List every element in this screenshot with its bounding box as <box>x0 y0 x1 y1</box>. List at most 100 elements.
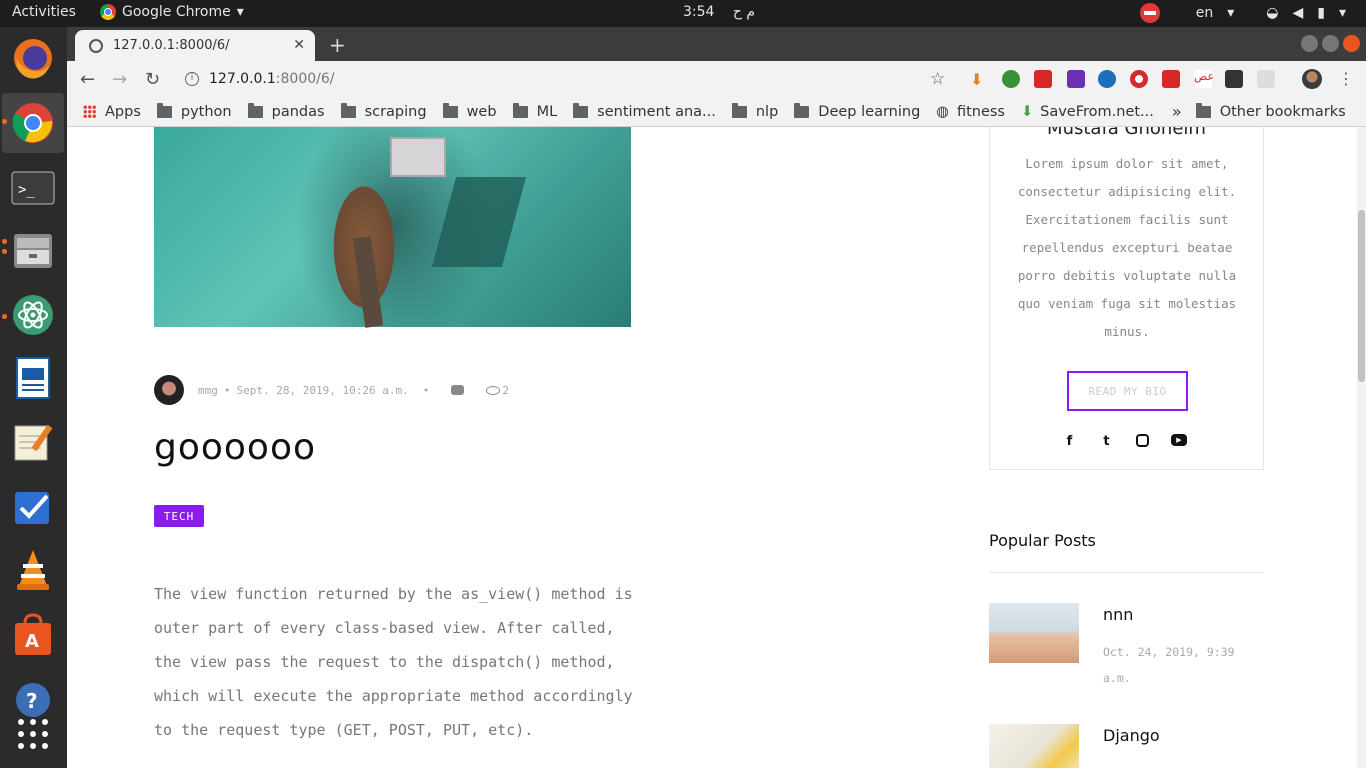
bookmark-folder-pandas[interactable]: pandas <box>247 102 325 120</box>
vlc-icon[interactable] <box>10 547 56 593</box>
maximize-button[interactable] <box>1322 35 1339 52</box>
vpn-extension-icon[interactable] <box>1098 70 1116 88</box>
files-icon[interactable] <box>10 227 56 273</box>
browser-tab[interactable]: 127.0.0.1:8000/6/ ✕ <box>75 30 315 61</box>
popular-post-thumbnail[interactable] <box>989 603 1079 663</box>
bookmark-label: scraping <box>364 103 427 120</box>
no-entry-icon[interactable] <box>1139 3 1160 23</box>
software-center-icon[interactable]: A <box>10 612 56 658</box>
popular-post-date: Oct. 24, 2019, 9:39 a.m. <box>1103 645 1235 685</box>
web-page: mmg • Sept. 28, 2019, 10:26 a.m. • 2 goo… <box>67 127 1366 768</box>
folder-icon <box>1195 102 1211 118</box>
reload-button[interactable]: ↻ <box>145 69 160 90</box>
bookmark-star-icon[interactable]: ☆ <box>930 69 945 89</box>
svg-text:?: ? <box>26 689 38 713</box>
bookmark-savefrom[interactable]: ⬇ SaveFrom.net... <box>1021 104 1154 120</box>
terminal-icon[interactable]: >_ <box>10 165 56 211</box>
folder-icon <box>442 102 458 118</box>
bookmark-folder-sentiment[interactable]: sentiment ana... <box>573 102 716 120</box>
bookmark-label: fitness <box>956 103 1005 120</box>
show-applications-icon[interactable] <box>10 711 56 757</box>
more-menu-icon[interactable]: ⋮ <box>1338 69 1354 88</box>
bookmark-other[interactable]: Other bookmarks <box>1195 102 1346 120</box>
system-top-bar: Activities Google Chrome ▾ 3:54 م ح en ▾… <box>0 0 1366 27</box>
download-extension-icon[interactable]: ⬇ <box>970 70 988 89</box>
bookmark-folder-nlp[interactable]: nlp <box>731 102 779 120</box>
cube-extension-icon[interactable] <box>1225 70 1243 88</box>
twitter-icon[interactable]: t <box>1099 434 1114 449</box>
bookmark-label: Apps <box>105 103 141 120</box>
new-tab-button[interactable]: + <box>329 33 346 57</box>
url-path: :8000/6/ <box>275 71 335 87</box>
system-tray[interactable]: en ▾ ◒ ◀ ▮ ▾ <box>1139 3 1346 23</box>
app-menu[interactable]: Google Chrome ▾ <box>100 4 244 20</box>
bookmark-folder-scraping[interactable]: scraping <box>340 102 427 120</box>
address-bar[interactable]: i 127.0.0.1:8000/6/ <box>175 65 955 93</box>
writer-icon[interactable] <box>10 355 56 401</box>
hero-pier <box>352 236 384 328</box>
forward-button[interactable]: → <box>112 69 127 90</box>
minimize-button[interactable] <box>1301 35 1318 52</box>
author-avatar[interactable] <box>154 375 184 405</box>
dropper-extension-icon[interactable] <box>1067 70 1085 88</box>
dictionary-extension-icon[interactable]: عص <box>1194 70 1214 88</box>
bookmark-folder-deep-learning[interactable]: Deep learning <box>794 102 920 120</box>
video-extension-icon[interactable] <box>1034 70 1052 88</box>
popular-post-title[interactable]: Django <box>1103 726 1160 745</box>
pdf-extension-icon[interactable] <box>1162 70 1180 88</box>
grayed-extension-icon[interactable] <box>1257 70 1275 88</box>
download-arrow-icon: ⬇ <box>1020 103 1034 120</box>
bookmark-fitness[interactable]: ◍ fitness <box>936 104 1005 120</box>
facebook-icon[interactable]: f <box>1062 434 1077 449</box>
back-button[interactable]: ← <box>80 69 95 90</box>
bookmark-label: SaveFrom.net... <box>1040 103 1154 120</box>
hero-house <box>390 137 446 177</box>
post-date: Sept. 28, 2019, 10:26 a.m. <box>236 383 409 397</box>
bio-name: Mustafa Ghoneim <box>1047 127 1206 139</box>
folder-icon <box>512 102 528 118</box>
chevron-down-icon: ▾ <box>236 4 244 20</box>
running-indicator <box>2 314 7 319</box>
keyboard-layout[interactable]: en <box>1196 5 1214 21</box>
tasks-icon[interactable] <box>10 485 56 531</box>
profile-avatar[interactable] <box>1302 69 1322 89</box>
post-views: 2 <box>502 383 509 397</box>
globe-icon <box>89 38 103 53</box>
scrollbar-thumb[interactable] <box>1358 210 1365 382</box>
page-scrollbar[interactable] <box>1357 127 1366 768</box>
text-editor-icon[interactable] <box>10 419 56 465</box>
bookmark-apps[interactable]: Apps <box>83 104 141 120</box>
popular-post-title[interactable]: nnn <box>1103 605 1133 624</box>
bookmark-label: nlp <box>755 103 779 120</box>
atom-icon[interactable] <box>10 292 56 338</box>
svg-text:>_: >_ <box>18 182 35 198</box>
bookmark-folder-ml[interactable]: ML <box>512 102 558 120</box>
post-author[interactable]: mmg <box>198 384 218 397</box>
read-bio-button[interactable]: READ MY BIO <box>1067 371 1188 411</box>
bookmark-folder-web[interactable]: web <box>442 102 497 120</box>
chrome-icon[interactable] <box>10 100 56 146</box>
clock[interactable]: 3:54 م ح <box>683 4 755 20</box>
bookmarks-overflow-button[interactable]: » <box>1172 102 1182 121</box>
firefox-icon[interactable] <box>10 35 56 81</box>
activities-button[interactable]: Activities <box>12 4 76 20</box>
bookmarks-bar: Apps python pandas scraping web ML senti… <box>67 97 1366 127</box>
instagram-icon[interactable] <box>1136 434 1149 447</box>
folder-icon <box>731 102 747 118</box>
bookmark-label: pandas <box>271 103 325 120</box>
bookmark-label: Other bookmarks <box>1219 103 1346 120</box>
globe-icon: ◍ <box>936 103 949 120</box>
bookmark-label: ML <box>536 103 558 120</box>
post-tag[interactable]: TECH <box>154 505 204 527</box>
wifi-icon: ◒ <box>1266 5 1279 21</box>
bookmark-folder-python[interactable]: python <box>156 102 232 120</box>
popular-post-thumbnail[interactable] <box>989 724 1079 768</box>
volume-icon: ◀ <box>1292 5 1304 21</box>
chevron-down-icon: ▾ <box>1338 5 1346 21</box>
close-icon[interactable]: ✕ <box>293 37 305 53</box>
info-icon[interactable]: i <box>185 72 199 86</box>
pokeball-extension-icon[interactable] <box>1130 70 1148 88</box>
close-window-button[interactable] <box>1343 35 1360 52</box>
globe-extension-icon[interactable] <box>1002 70 1020 88</box>
youtube-icon[interactable]: ▶ <box>1171 434 1187 446</box>
